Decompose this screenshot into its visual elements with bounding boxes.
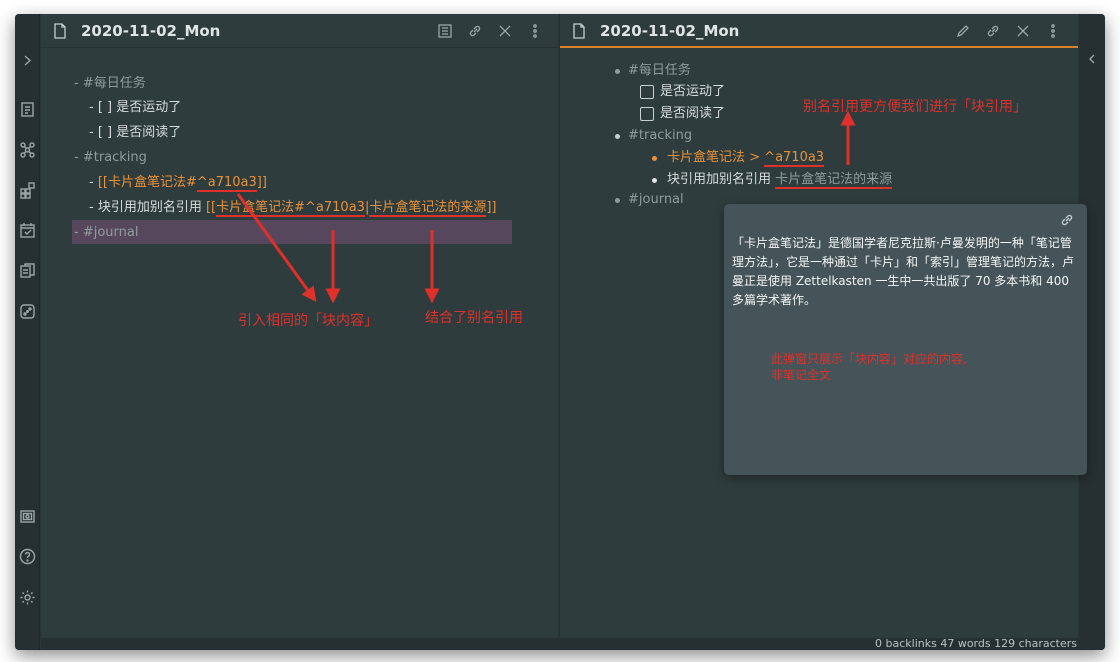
editor-line-tag-daily[interactable]: - #每日任务 — [74, 75, 146, 93]
hover-preview-popover: 「卡片盒笔记法」是德国学者尼克拉斯·卢曼发明的一种「笔记管理方法」，它是一种通过… — [724, 204, 1087, 475]
graph-icon[interactable] — [18, 140, 37, 159]
right-pane-title[interactable]: 2020-11-02_Mon — [600, 22, 739, 40]
editor-line-tag-tracking[interactable]: - #tracking — [74, 149, 147, 167]
left-view-header: 2020-11-02_Mon — [41, 14, 558, 48]
task-checkbox[interactable] — [640, 85, 654, 99]
help-icon[interactable] — [18, 547, 37, 566]
annotation-alias-combined: 结合了别名引用 — [425, 310, 523, 326]
annotation-same-block-content: 引入相同的「块内容」 — [238, 313, 378, 329]
list-bullet — [652, 178, 657, 183]
editor-line-task-reading[interactable]: - [ ] 是否阅读了 — [89, 124, 181, 142]
left-ribbon — [15, 14, 40, 650]
block-id-link[interactable]: ^a710a3 — [764, 150, 825, 167]
reading-view-icon[interactable] — [437, 23, 453, 39]
left-pane-title[interactable]: 2020-11-02_Mon — [81, 22, 220, 40]
preview-task-reading: 是否阅读了 — [660, 106, 726, 121]
annotation-popover-note: 此弹窗只展示「块内容」对应的内容, 非笔记全文 — [771, 352, 967, 382]
link-icon[interactable] — [1059, 212, 1075, 228]
right-view-header: 2020-11-02_Mon — [560, 14, 1078, 48]
list-bullet — [615, 134, 620, 139]
editor-line-block-ref[interactable]: - [[卡片盒笔记法#^a710a3]] — [89, 174, 267, 192]
close-icon[interactable] — [1015, 23, 1031, 39]
list-bullet — [652, 156, 657, 161]
editor-line-task-exercise[interactable]: - [ ] 是否运动了 — [89, 99, 181, 117]
preview-tag-journal[interactable]: #journal — [628, 191, 684, 209]
settings-icon[interactable] — [18, 588, 37, 607]
preview-task-exercise: 是否运动了 — [660, 84, 726, 99]
grid-icon[interactable] — [18, 181, 37, 200]
task-checkbox[interactable] — [640, 107, 654, 121]
vault-icon[interactable] — [18, 507, 37, 526]
expand-icon[interactable] — [18, 51, 37, 70]
status-text: 0 backlinks 47 words 129 characters — [875, 637, 1077, 650]
list-bullet — [615, 198, 620, 203]
collapse-icon[interactable] — [1084, 51, 1100, 67]
alias-ref-link[interactable]: [[卡片盒笔记法#^a710a3|卡片盒笔记法的来源]] — [206, 200, 497, 217]
preview-tag-tracking[interactable]: #tracking — [628, 127, 692, 145]
more-options-icon[interactable] — [527, 23, 543, 39]
editor-line-tag-journal[interactable]: - #journal — [74, 224, 138, 242]
annotation-alias-block-ref: 别名引用更方便我们进行「块引用」 — [803, 99, 1027, 115]
status-bar: 0 backlinks 47 words 129 characters — [41, 638, 1105, 650]
editor-line-alias-ref[interactable]: - 块引用加别名引用 [[卡片盒笔记法#^a710a3|卡片盒笔记法的来源]] — [89, 199, 497, 217]
calendar-icon[interactable] — [18, 221, 37, 240]
copy-icon[interactable] — [18, 261, 37, 280]
block-ref-link[interactable]: [[卡片盒笔记法#^a710a3]] — [98, 175, 267, 192]
dice-icon[interactable] — [18, 302, 37, 321]
link-icon[interactable] — [467, 23, 483, 39]
list-bullet — [615, 69, 620, 74]
alias-link[interactable]: 卡片盒笔记法的来源 — [775, 172, 893, 189]
file-icon — [572, 23, 586, 39]
preview-alias-ref[interactable]: 块引用加别名引用 卡片盒笔记法的来源 — [667, 171, 893, 189]
file-icon — [53, 23, 67, 39]
edit-icon[interactable] — [955, 23, 971, 39]
open-file-icon[interactable] — [18, 100, 37, 119]
popover-block-content: 「卡片盒笔记法」是德国学者尼克拉斯·卢曼发明的一种「笔记管理方法」，它是一种通过… — [732, 236, 1075, 307]
close-icon[interactable] — [497, 23, 513, 39]
preview-tag-daily[interactable]: #每日任务 — [628, 62, 691, 80]
link-icon[interactable] — [985, 23, 1001, 39]
more-options-icon[interactable] — [1045, 23, 1061, 39]
preview-block-ref[interactable]: 卡片盒笔记法 > ^a710a3 — [667, 149, 825, 167]
